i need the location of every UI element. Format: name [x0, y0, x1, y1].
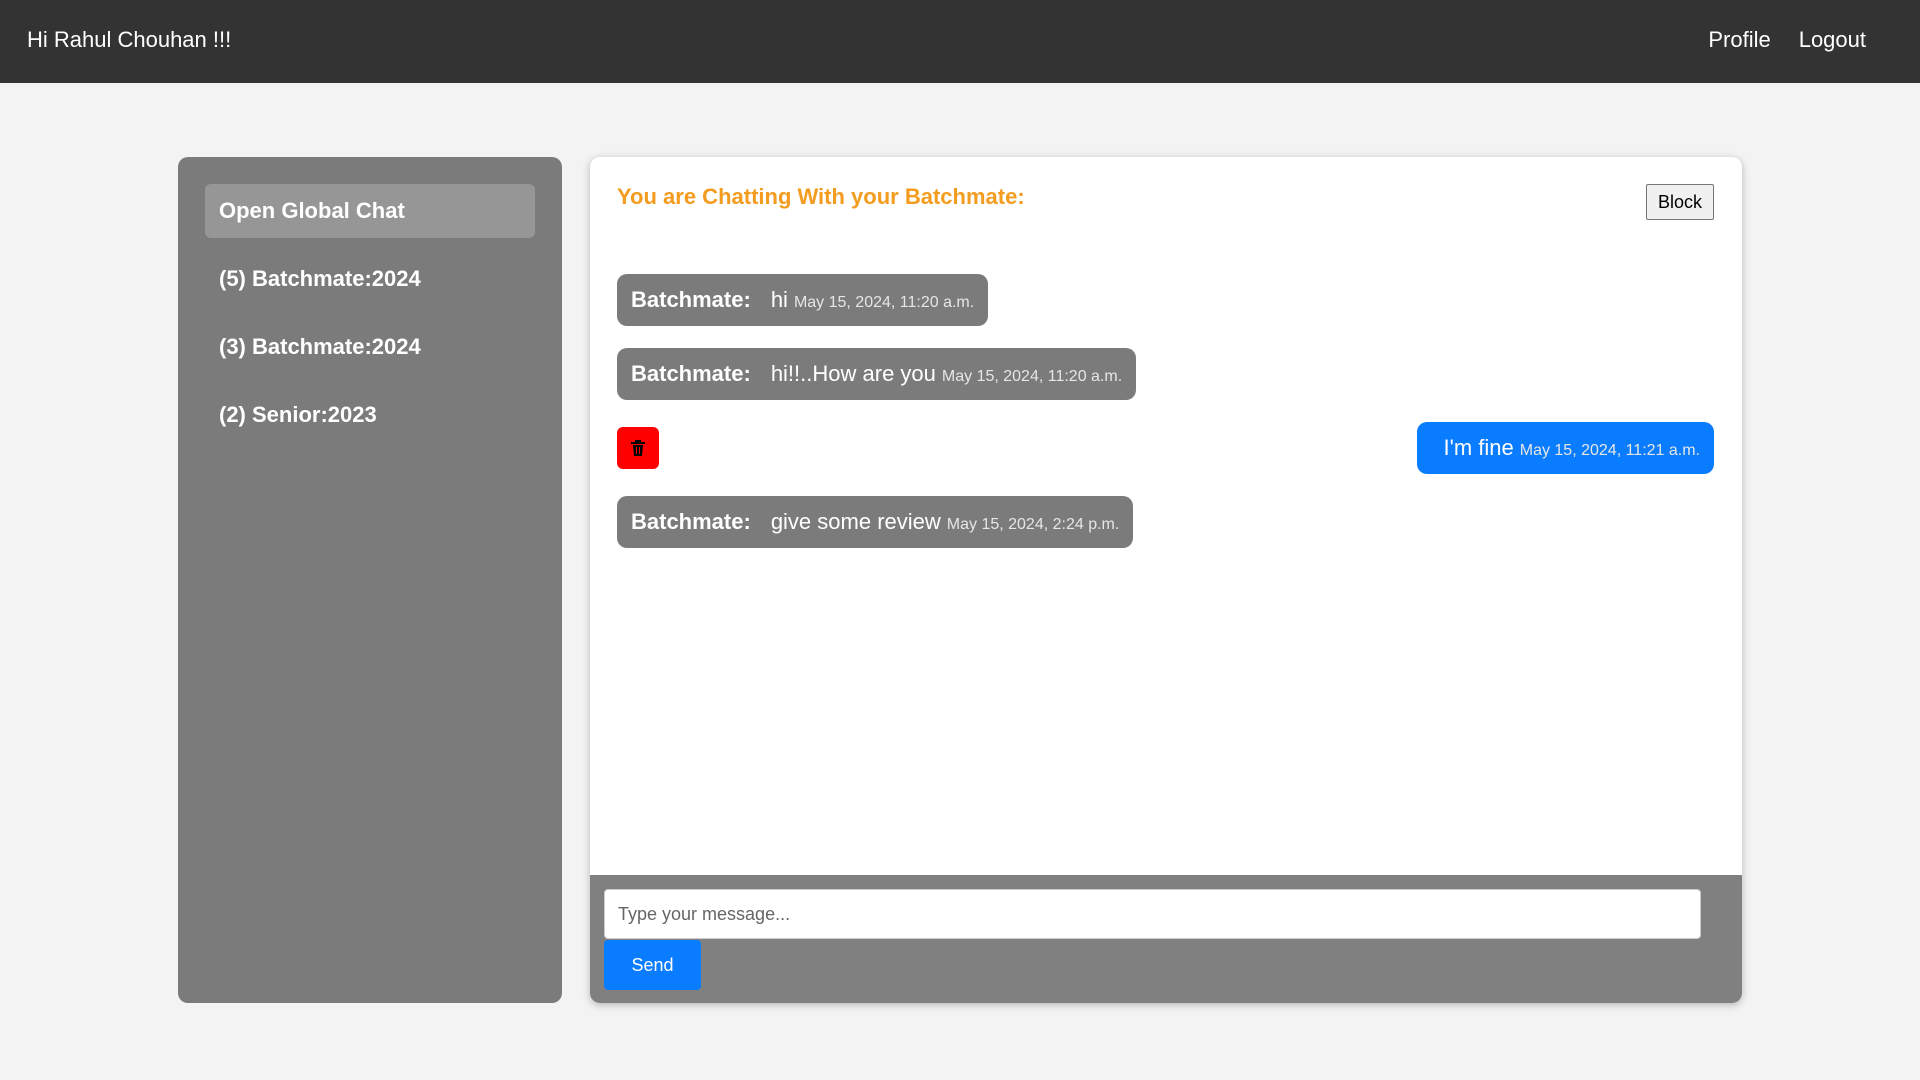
- message-sender: Batchmate:: [631, 361, 751, 386]
- nav-links: Profile Logout: [1708, 27, 1866, 53]
- received-message-bubble: Batchmate: give some review May 15, 2024…: [617, 496, 1134, 548]
- message-row: Batchmate: hi May 15, 2024, 11:20 a.m.: [617, 274, 1714, 326]
- sidebar-item-global-chat[interactable]: Open Global Chat: [205, 184, 535, 238]
- received-message-bubble: Batchmate: hi May 15, 2024, 11:20 a.m.: [617, 274, 989, 326]
- delete-message-button[interactable]: [617, 427, 659, 469]
- message-timestamp: May 15, 2024, 2:24 p.m.: [946, 516, 1120, 533]
- message-timestamp: May 15, 2024, 11:21 a.m.: [1519, 442, 1700, 459]
- received-message-bubble: Batchmate: hi!!..How are you May 15, 202…: [617, 348, 1137, 400]
- message-text: I'm fine: [1443, 435, 1514, 460]
- message-text: give some review: [770, 509, 941, 534]
- chat-panel: You are Chatting With your Batchmate: Bl…: [590, 157, 1742, 1003]
- message-timestamp: May 15, 2024, 11:20 a.m.: [941, 368, 1123, 385]
- message-text: hi: [770, 287, 788, 312]
- sidebar-item-batchmate-2024-b[interactable]: (3) Batchmate:2024: [205, 320, 535, 374]
- sidebar-item-batchmate-2024-a[interactable]: (5) Batchmate:2024: [205, 252, 535, 306]
- profile-link[interactable]: Profile: [1708, 27, 1770, 53]
- chat-title: You are Chatting With your Batchmate:: [617, 184, 1025, 209]
- message-text: hi!!..How are you: [770, 361, 936, 386]
- message-sender: Batchmate:: [631, 509, 751, 534]
- greeting-text: Hi Rahul Chouhan !!!: [27, 27, 232, 52]
- trash-icon: [631, 440, 645, 456]
- sent-message-bubble: I'm fine May 15, 2024, 11:21 a.m.: [1416, 422, 1714, 474]
- message-sender: Batchmate:: [631, 287, 751, 312]
- message-input[interactable]: [604, 889, 1701, 939]
- send-button[interactable]: Send: [604, 940, 701, 990]
- top-navbar: Hi Rahul Chouhan !!! Profile Logout: [0, 0, 1920, 83]
- block-button[interactable]: Block: [1646, 184, 1714, 220]
- message-composer: Send: [590, 875, 1742, 1003]
- logout-link[interactable]: Logout: [1799, 27, 1866, 53]
- message-row: I'm fine May 15, 2024, 11:21 a.m.: [617, 422, 1714, 474]
- sidebar-item-senior-2023[interactable]: (2) Senior:2023: [205, 388, 535, 442]
- message-timestamp: May 15, 2024, 11:20 a.m.: [793, 294, 975, 311]
- message-row: Batchmate: hi!!..How are you May 15, 202…: [617, 348, 1714, 400]
- chat-sidebar: Open Global Chat (5) Batchmate:2024 (3) …: [178, 157, 562, 1003]
- message-list: Batchmate: hi May 15, 2024, 11:20 a.m. B…: [617, 274, 1714, 570]
- message-row: Batchmate: give some review May 15, 2024…: [617, 496, 1714, 548]
